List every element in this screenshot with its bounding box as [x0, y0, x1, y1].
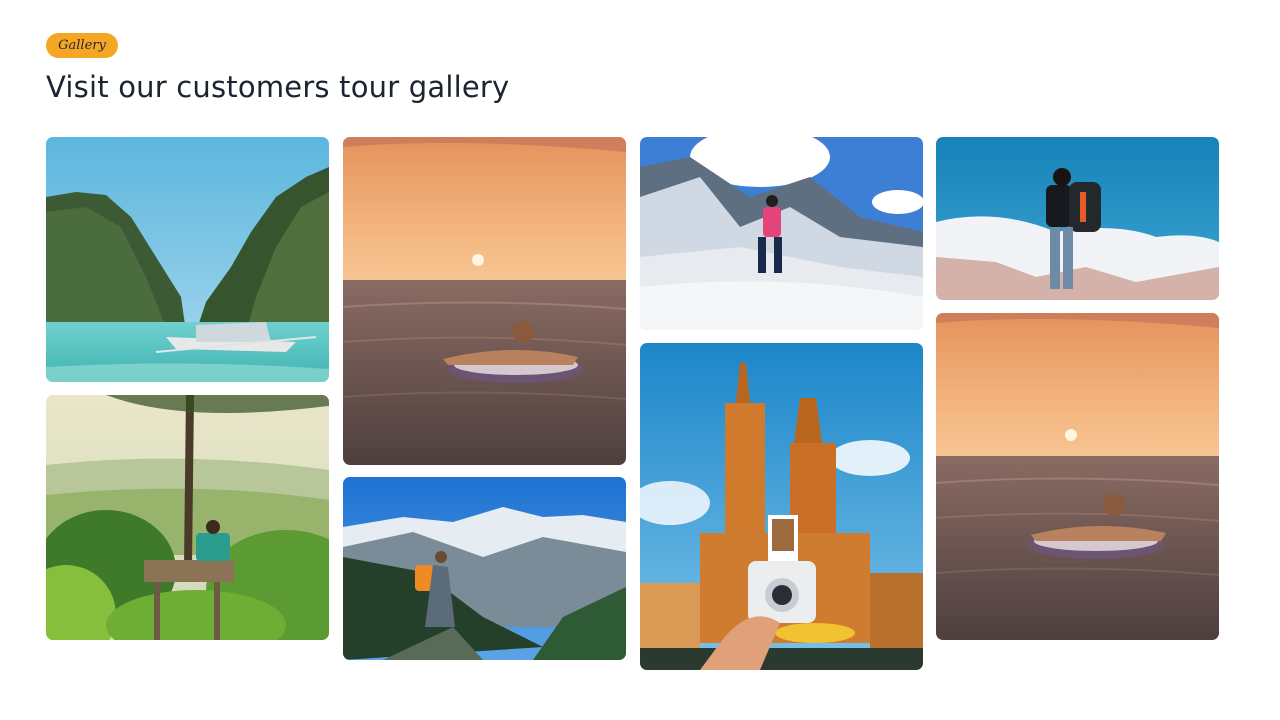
hiker-above-clouds-photo[interactable]: [936, 137, 1219, 300]
mountain-hiker-backpack-photo[interactable]: [343, 477, 626, 660]
tropical-lagoon-boat-photo[interactable]: [46, 137, 329, 382]
church-instant-camera-photo[interactable]: [640, 343, 923, 670]
gallery-section: Gallery Visit our customers tour gallery: [0, 0, 1280, 720]
sunset-sea-float-photo-2[interactable]: [936, 313, 1219, 640]
sunset-sea-float-photo[interactable]: [343, 137, 626, 465]
gallery-badge: Gallery: [46, 33, 118, 58]
treehouse-forest-view-photo[interactable]: [46, 395, 329, 640]
snow-mountain-climber-photo[interactable]: [640, 137, 923, 330]
gallery-title: Visit our customers tour gallery: [46, 70, 510, 104]
